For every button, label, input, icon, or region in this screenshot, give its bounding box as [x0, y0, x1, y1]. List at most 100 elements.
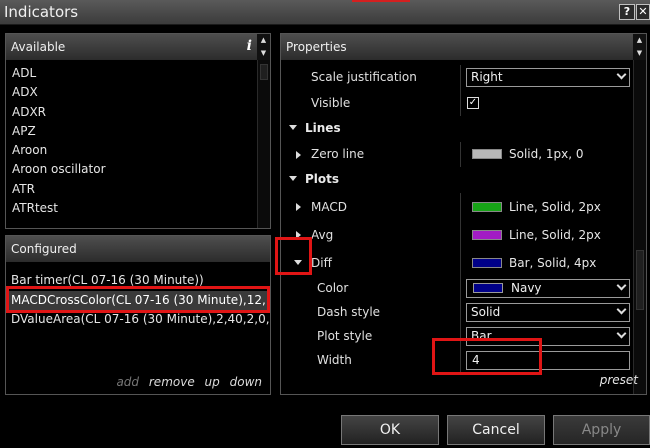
list-item[interactable]: ADL [6, 64, 257, 83]
scroll-down-icon[interactable]: ▼ [633, 47, 646, 60]
color-select-swatch [473, 282, 503, 293]
scroll-up-icon[interactable]: ▲ [257, 34, 270, 47]
list-item[interactable]: Aroon [6, 141, 257, 160]
property-row-color: Color Navy [281, 276, 632, 301]
macd-color-swatch [472, 201, 502, 212]
scale-justification-label: Scale justification [311, 70, 417, 84]
zero-line-value: Solid, 1px, 0 [509, 146, 584, 161]
visible-label: Visible [311, 95, 351, 110]
column-divider [460, 90, 461, 116]
color-select[interactable]: Navy [466, 278, 630, 298]
scale-justification-value: Right [471, 70, 503, 84]
properties-scroll-thumb[interactable] [636, 250, 644, 310]
diff-label: Diff [311, 255, 332, 270]
lines-category-label: Lines [305, 121, 341, 135]
plot-style-label: Plot style [317, 328, 373, 343]
available-header-scroll[interactable]: ▲ ▼ [257, 34, 270, 60]
property-grid: Scale justification Right Visible ✓ Line… [281, 65, 632, 373]
dash-style-select[interactable]: Solid [466, 302, 630, 322]
configured-panel: Configured Bar timer(CL 07-16 (30 Minute… [5, 235, 271, 395]
property-row-scale-justification: Scale justification Right [281, 65, 632, 91]
avg-color-swatch [472, 229, 502, 240]
zero-line-label: Zero line [311, 146, 365, 161]
property-row-macd: MACD Line, Solid, 2px [281, 192, 632, 221]
scale-justification-select[interactable]: Right [466, 68, 630, 87]
title-accent-bar [352, 0, 410, 2]
available-header: Available i ▲ ▼ [6, 34, 270, 60]
window-title: Indicators [4, 3, 79, 21]
up-link[interactable]: up [205, 375, 220, 389]
list-item[interactable]: Aroon oscillator [6, 160, 257, 179]
available-list: ADL ADX ADXR APZ Aroon Aroon oscillator … [6, 64, 257, 218]
scroll-up-icon[interactable]: ▲ [633, 34, 646, 47]
macd-label: MACD [311, 199, 347, 214]
macd-value: Line, Solid, 2px [509, 199, 601, 214]
down-link[interactable]: down [230, 375, 262, 389]
column-divider [460, 192, 461, 221]
column-divider [460, 65, 461, 91]
properties-header: Properties ▲ ▼ [281, 34, 646, 60]
category-plots[interactable]: Plots [281, 167, 632, 193]
column-divider [460, 300, 461, 325]
available-scroll-thumb[interactable] [260, 64, 268, 80]
available-header-label: Available [11, 40, 66, 54]
column-divider [460, 248, 461, 277]
column-divider [460, 141, 461, 167]
width-label: Width [317, 352, 352, 367]
dash-style-value: Solid [471, 304, 501, 319]
category-lines[interactable]: Lines [281, 116, 632, 142]
diff-value: Bar, Solid, 4px [509, 255, 597, 270]
help-button[interactable]: ? [619, 4, 635, 20]
add-link[interactable]: add [116, 375, 139, 389]
remove-link[interactable]: remove [149, 375, 195, 389]
highlight-configured-item [6, 286, 270, 313]
scroll-down-icon[interactable]: ▼ [257, 47, 270, 60]
apply-button[interactable]: Apply [553, 415, 650, 445]
list-item[interactable]: APZ [6, 122, 257, 141]
highlight-diff-expander [275, 237, 312, 275]
properties-header-scroll[interactable]: ▲ ▼ [633, 34, 646, 60]
properties-scrollbar[interactable] [633, 60, 646, 394]
info-icon[interactable]: i [247, 38, 252, 54]
configured-header: Configured [6, 236, 270, 262]
available-scrollbar[interactable] [257, 60, 270, 228]
collapse-icon[interactable] [289, 176, 297, 181]
avg-label: Avg [311, 227, 334, 242]
avg-value: Line, Solid, 2px [509, 227, 601, 242]
ok-button[interactable]: OK [341, 415, 439, 445]
highlight-width-input [432, 338, 542, 375]
list-item[interactable]: ATRtest [6, 199, 257, 218]
color-select-value: Navy [511, 280, 542, 295]
zero-line-color-swatch [472, 148, 502, 159]
dash-style-label: Dash style [317, 304, 381, 319]
cancel-button[interactable]: Cancel [447, 415, 545, 445]
list-item[interactable]: ADXR [6, 103, 257, 122]
available-panel: Available i ▲ ▼ ADL ADX ADXR APZ Aroon A… [5, 33, 271, 229]
column-divider [460, 220, 461, 249]
configured-header-label: Configured [11, 242, 77, 256]
plots-category-label: Plots [305, 172, 340, 186]
diff-color-swatch [472, 257, 502, 268]
close-icon[interactable]: ✕ [636, 4, 650, 20]
title-bar: Indicators ? ✕ [0, 0, 650, 25]
chevron-down-icon [616, 328, 627, 338]
collapse-icon[interactable] [289, 125, 297, 130]
chevron-down-icon [616, 304, 627, 314]
property-row-zero-line: Zero line Solid, 1px, 0 [281, 141, 632, 167]
list-item[interactable]: ADX [6, 83, 257, 102]
chevron-down-icon [616, 69, 627, 80]
column-divider [460, 276, 461, 301]
properties-header-label: Properties [286, 40, 347, 54]
expand-icon[interactable] [296, 202, 301, 211]
expand-icon[interactable] [296, 150, 301, 159]
color-label: Color [317, 280, 349, 295]
chevron-down-icon [616, 280, 627, 290]
list-item[interactable]: ATR [6, 180, 257, 199]
property-row-avg: Avg Line, Solid, 2px [281, 220, 632, 249]
property-row-visible: Visible ✓ [281, 90, 632, 116]
configured-actions: add remove up down [110, 375, 262, 389]
preset-link[interactable]: preset [600, 373, 638, 387]
property-row-dash-style: Dash style Solid [281, 300, 632, 325]
visible-checkbox[interactable]: ✓ [467, 96, 479, 109]
property-row-diff: Diff Bar, Solid, 4px [281, 248, 632, 277]
